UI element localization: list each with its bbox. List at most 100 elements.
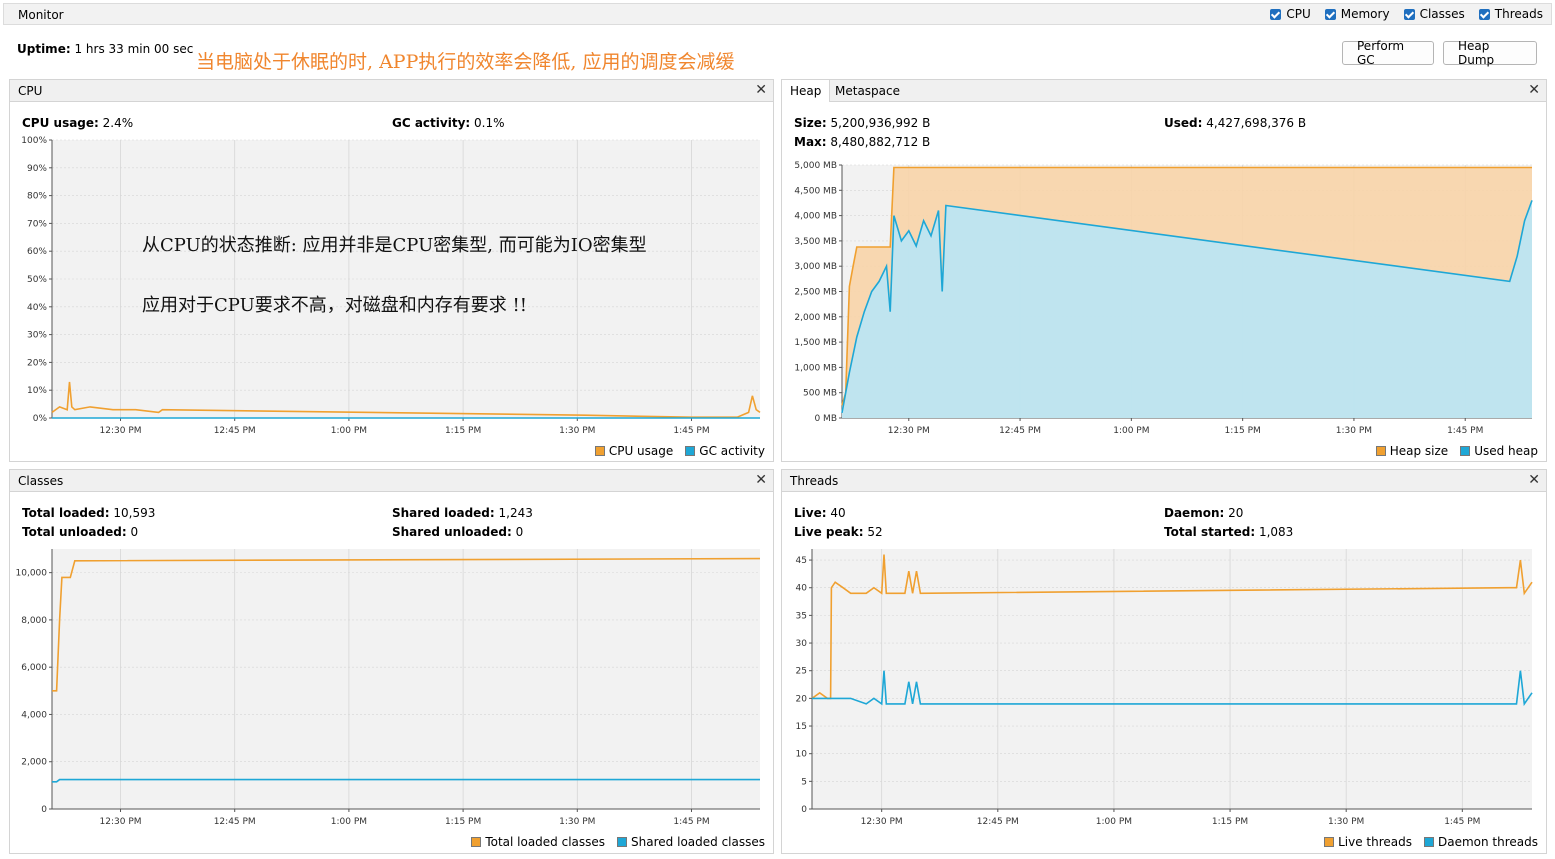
y-tick-label: 5 — [801, 777, 807, 787]
legend-label: Total loaded classes — [485, 835, 606, 849]
x-tick-label: 12:30 PM — [100, 426, 142, 436]
y-tick-label: 2,000 — [21, 758, 47, 768]
plot-area — [52, 549, 760, 809]
legend-label: Live threads — [1338, 835, 1412, 849]
y-tick-label: 30 — [796, 639, 808, 649]
checkbox-label: Memory — [1340, 7, 1390, 21]
cpu-panel: CPU ✕ CPU usage: 2.4% GC activity: 0.1% … — [9, 79, 774, 462]
monitor-toolbar: Monitor CPU Memory Classes Threads — [3, 3, 1552, 25]
x-tick-label: 1:00 PM — [331, 426, 367, 436]
y-tick-label: 1,500 MB — [794, 338, 837, 348]
x-tick-label: 1:00 PM — [1113, 426, 1149, 436]
y-tick-label: 20% — [27, 358, 47, 368]
x-tick-label: 1:30 PM — [1328, 817, 1364, 827]
classes-chart: 0 2,000 4,000 6,000 8,000 10,000 12:30 PM 12:45… — [16, 549, 761, 827]
checkbox-threads[interactable]: Threads — [1478, 7, 1543, 21]
heap-chart: 0 MB 500 MB 1,000 MB 1,500 MB 2,000 MB 2,500 … — [794, 161, 1533, 436]
y-tick-label: 35 — [796, 611, 807, 621]
y-tick-label: 100% — [21, 136, 47, 146]
x-tick-label: 12:45 PM — [214, 817, 256, 827]
legend-item-live-threads: Live threads — [1324, 835, 1412, 849]
legend-label: Shared loaded classes — [631, 835, 765, 849]
legend-item-shared-loaded: Shared loaded classes — [617, 835, 765, 849]
y-tick-label: 500 MB — [803, 389, 837, 399]
x-tick-label: 1:30 PM — [1336, 426, 1372, 436]
x-tick-label: 1:15 PM — [1212, 817, 1248, 827]
checkbox-label: Classes — [1419, 7, 1465, 21]
y-tick-label: 4,000 — [21, 710, 47, 720]
legend-label: GC activity — [699, 444, 765, 458]
y-tick-label: 3,000 MB — [794, 262, 837, 272]
annotation-banner: 当电脑处于休眠的时, APP执行的效率会降低, 应用的调度会减缓 — [196, 51, 735, 73]
legend-item-cpu-usage: CPU usage — [594, 444, 674, 458]
uptime-value: 1 hrs 33 min 00 sec — [74, 42, 194, 56]
legend-item-total-loaded: Total loaded classes — [471, 835, 605, 849]
y-tick-label: 40% — [27, 303, 47, 313]
checkbox-checked-icon — [1478, 8, 1490, 20]
x-tick-label: 1:15 PM — [445, 426, 481, 436]
y-tick-label: 70% — [27, 219, 47, 229]
y-tick-label: 10,000 — [16, 569, 48, 579]
y-tick-label: 2,000 MB — [794, 313, 837, 323]
heap-dump-button[interactable]: Heap Dump — [1443, 39, 1537, 67]
checkbox-classes[interactable]: Classes — [1403, 7, 1465, 21]
cpu-note-2: 应用对于CPU要求不高，对磁盘和内存有要求 !! — [142, 295, 527, 316]
x-tick-label: 12:45 PM — [999, 426, 1041, 436]
checkbox-checked-icon — [1270, 8, 1282, 20]
checkbox-checked-icon — [1324, 8, 1336, 20]
x-tick-label: 12:30 PM — [100, 817, 142, 827]
checkbox-label: Threads — [1494, 7, 1543, 21]
legend-swatch — [1460, 446, 1471, 456]
x-tick-label: 1:00 PM — [331, 817, 367, 827]
checkbox-memory[interactable]: Memory — [1324, 7, 1390, 21]
y-tick-label: 0 — [801, 805, 807, 815]
y-tick-label: 0 MB — [814, 414, 837, 424]
x-tick-label: 12:45 PM — [977, 817, 1019, 827]
y-tick-label: 30% — [27, 331, 47, 341]
threads-legend: Live threads Daemon threads — [1324, 835, 1538, 849]
y-tick-label: 6,000 — [21, 663, 47, 673]
checkbox-cpu[interactable]: CPU — [1270, 7, 1311, 21]
uptime-label: Uptime: — [17, 42, 71, 56]
legend-label: Daemon threads — [1437, 835, 1538, 849]
y-tick-label: 90% — [27, 164, 47, 174]
x-tick-label: 1:45 PM — [673, 426, 709, 436]
y-tick-label: 20 — [796, 694, 808, 704]
y-tick-label: 8,000 — [21, 616, 47, 626]
cpu-chart: 0% 10% 20% 30% 40% 50% 60% 70% 80% 90% 100% 12:30 P… — [21, 136, 761, 436]
legend-swatch — [1423, 837, 1434, 847]
y-tick-label: 0 — [41, 805, 47, 815]
x-tick-label: 1:45 PM — [1447, 426, 1483, 436]
y-tick-label: 15 — [796, 722, 807, 732]
y-tick-label: 50% — [27, 275, 47, 285]
x-tick-label: 1:30 PM — [559, 426, 595, 436]
view-checkboxes: CPU Memory Classes Threads — [1270, 7, 1543, 21]
classes-legend: Total loaded classes Shared loaded class… — [471, 835, 765, 849]
y-tick-label: 5,000 MB — [794, 161, 837, 171]
legend-item-daemon-threads: Daemon threads — [1423, 835, 1538, 849]
legend-item-used-heap: Used heap — [1460, 444, 1538, 458]
legend-swatch — [1324, 837, 1335, 847]
legend-swatch — [685, 446, 696, 456]
cpu-note-1: 从CPU的状态推断: 应用并非是CPU密集型, 而可能为IO密集型 — [142, 235, 647, 256]
y-tick-label: 45 — [796, 556, 807, 566]
y-tick-label: 0% — [33, 414, 48, 424]
y-tick-label: 40 — [796, 584, 808, 594]
x-tick-label: 1:00 PM — [1096, 817, 1132, 827]
y-tick-label: 2,500 MB — [794, 288, 837, 298]
legend-item-gc-activity: GC activity — [685, 444, 765, 458]
heap-panel: Heap Metaspace ✕ Size: 5,200,936,992 B U… — [781, 79, 1547, 462]
threads-chart: 0 5 10 15 20 25 30 35 40 45 12:30 PM 12:45 PM 1:00 P… — [796, 549, 1533, 827]
legend-label: CPU usage — [608, 444, 674, 458]
y-tick-label: 10% — [27, 386, 47, 396]
y-tick-label: 25 — [796, 667, 807, 677]
perform-gc-button[interactable]: Perform GC — [1342, 39, 1434, 67]
legend-swatch — [594, 446, 605, 456]
y-tick-label: 60% — [27, 247, 47, 257]
legend-swatch — [1375, 446, 1386, 456]
y-tick-label: 4,500 MB — [794, 186, 837, 196]
classes-panel: Classes ✕ Total loaded: 10,593 Shared lo… — [9, 469, 774, 854]
x-tick-label: 1:15 PM — [1225, 426, 1261, 436]
y-tick-label: 10 — [796, 750, 808, 760]
checkbox-checked-icon — [1403, 8, 1415, 20]
